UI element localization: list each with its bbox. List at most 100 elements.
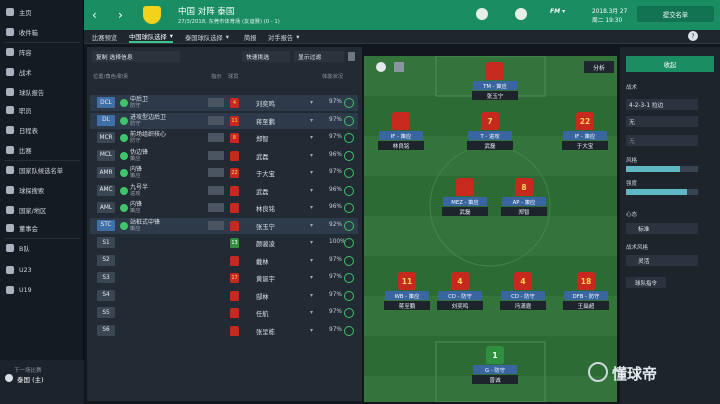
tactic-style-dropdown[interactable]: 灵活 <box>626 255 698 266</box>
player-role[interactable]: CD - 防守 <box>438 291 482 300</box>
player-role[interactable]: T - 进攻 <box>468 131 512 140</box>
player-name[interactable]: 刘奕鸣 <box>256 99 275 108</box>
chevron-down-icon[interactable]: ▾ <box>310 204 313 211</box>
table-row[interactable]: S5 任航 ▾ 97% <box>90 305 358 321</box>
table-row[interactable]: AMR 内锋 策应 22 于大宝 ▾ 97% <box>90 165 358 181</box>
pitch-player-card[interactable]: 11 WB - 策应 蒋至鹏 <box>377 272 437 310</box>
position-badge[interactable]: DL <box>97 114 115 126</box>
sidebar-item-0[interactable]: 主页 <box>0 4 84 20</box>
sidebar-item-7[interactable]: 比赛 <box>0 142 84 158</box>
table-row[interactable]: S3 17 黄诞宇 ▾ 97% <box>90 270 358 286</box>
pitch-player-card[interactable]: 1G - 防守 曾诚 <box>465 346 525 384</box>
position-badge[interactable]: AMR <box>97 167 115 178</box>
player-name[interactable]: 刘奕鸣 <box>437 301 483 310</box>
player-name[interactable]: 戴林 <box>256 257 269 266</box>
player-name[interactable]: 王燊超 <box>563 301 609 310</box>
position-badge[interactable]: S6 <box>97 324 115 336</box>
pitch-player-card[interactable]: 4 CD - 防守 冯潇霆 <box>493 272 553 310</box>
role-label[interactable]: 内锋 策应 <box>130 201 142 215</box>
back-arrow-icon[interactable]: ‹ <box>92 8 97 22</box>
formation-dropdown[interactable]: 4-2-3-1 拉边 <box>626 99 698 110</box>
player-role[interactable]: MEZ - 策应 <box>443 197 487 206</box>
player-name[interactable]: 于大宝 <box>562 141 608 150</box>
position-badge[interactable]: AML <box>97 202 115 213</box>
position-badge[interactable]: STC <box>97 219 115 231</box>
position-badge[interactable]: S1 <box>97 237 115 248</box>
player-name[interactable]: 武磊 <box>256 187 269 196</box>
position-badge[interactable]: AMC <box>97 184 115 196</box>
chevron-down-icon[interactable]: ▾ <box>310 152 313 159</box>
tab-1[interactable]: 中国球队选择 ▾ <box>129 31 173 43</box>
pitch-player-card[interactable]: 4 CD - 防守 刘奕鸣 <box>430 272 490 310</box>
sidebar-item-3[interactable]: 战术 <box>0 64 84 80</box>
position-badge[interactable]: S2 <box>97 254 115 266</box>
player-role[interactable]: IF - 策应 <box>563 131 607 140</box>
sidebar-item-11[interactable]: 董事会 <box>0 220 84 236</box>
player-name[interactable]: 郜林 <box>256 292 269 301</box>
player-name[interactable]: 蒋至鹏 <box>256 117 275 126</box>
player-name[interactable]: 于大宝 <box>256 169 275 178</box>
sidebar-item-2[interactable]: 阵容 <box>0 44 84 60</box>
table-row[interactable]: AMC 九号半 进攻 武磊 ▾ 96% <box>90 183 358 199</box>
player-name[interactable]: 张玉宁 <box>472 91 518 100</box>
chevron-down-icon[interactable]: ▾ <box>310 239 313 246</box>
help-icon[interactable]: ? <box>688 31 698 41</box>
tab-0[interactable]: 比赛预览 <box>92 31 117 43</box>
player-name[interactable]: 蒋至鹏 <box>384 301 430 310</box>
chevron-down-icon[interactable]: ▾ <box>310 327 313 334</box>
player-name[interactable]: 任航 <box>256 309 269 318</box>
lock-icon[interactable] <box>348 52 355 61</box>
role-label[interactable]: 内锋 策应 <box>130 166 142 180</box>
chevron-down-icon[interactable]: ▾ <box>310 117 313 124</box>
quick-pick-dropdown[interactable]: 快速挑选 <box>242 51 290 62</box>
table-row[interactable]: AML 内锋 策应 林良铭 ▾ 96% <box>90 200 358 216</box>
sidebar-item-9[interactable]: 球探搜索 <box>0 182 84 198</box>
position-badge[interactable]: MCL <box>97 149 115 161</box>
chevron-down-icon[interactable]: ▾ <box>310 169 313 176</box>
player-role[interactable]: AP - 策应 <box>502 197 546 206</box>
role-options-icon[interactable] <box>208 150 224 160</box>
pitch-player-card[interactable]: MEZ - 策应 武磊 <box>435 178 495 216</box>
player-name[interactable]: 冯潇霆 <box>500 301 546 310</box>
chevron-down-icon[interactable]: ▾ <box>310 99 313 106</box>
tab-4[interactable]: 对手报告 ▾ <box>268 31 299 43</box>
pitch-player-card[interactable]: 8 AP - 策应 郑智 <box>494 178 554 216</box>
chevron-down-icon[interactable]: ▾ <box>310 134 313 141</box>
role-options-icon[interactable] <box>208 98 224 107</box>
player-name[interactable]: 张玉宁 <box>256 222 275 231</box>
table-row[interactable]: S2 戴林 ▾ 97% <box>90 253 358 269</box>
globe-icon[interactable] <box>515 8 527 20</box>
player-role[interactable]: G - 防守 <box>473 365 517 374</box>
submit-squad-button[interactable]: 提交名单 <box>637 6 714 22</box>
player-name[interactable]: 武磊 <box>442 207 488 216</box>
table-row[interactable]: S6 张呈栋 ▾ 97% <box>90 323 358 339</box>
search-icon[interactable] <box>476 8 488 20</box>
analysis-button[interactable]: 分析 <box>584 61 614 73</box>
player-role[interactable]: IF - 策应 <box>379 131 423 140</box>
player-role[interactable]: WB - 策应 <box>385 291 429 300</box>
role-options-icon[interactable] <box>208 220 224 230</box>
table-row[interactable]: S1 13 颜骏凌 ▾ 100% <box>90 235 358 251</box>
pitch-player-card[interactable]: 18 DFB - 防守 王燊超 <box>556 272 616 310</box>
table-row[interactable]: S4 郜林 ▾ 97% <box>90 288 358 304</box>
copy-selection-dropdown[interactable]: 复制 选择信息 <box>92 51 180 62</box>
chart-view-icon[interactable] <box>394 62 404 72</box>
role-label[interactable]: 站桩式中锋 策应 <box>130 219 160 233</box>
player-name[interactable]: 张呈栋 <box>256 327 275 336</box>
pitch-player-card[interactable]: TM - 策应 张玉宁 <box>465 62 525 100</box>
team-instructions-button[interactable]: 球队指令 <box>626 277 666 288</box>
view-toggle-icon[interactable] <box>376 62 386 72</box>
role-label[interactable]: 九号半 进攻 <box>130 184 148 198</box>
tab-3[interactable]: 简报 <box>244 31 257 43</box>
sidebar-item-1[interactable]: 收件箱 <box>0 24 84 40</box>
role-options-icon[interactable] <box>208 203 224 212</box>
sidebar-item-6[interactable]: 日程表 <box>0 122 84 138</box>
player-role[interactable]: CD - 防守 <box>501 291 545 300</box>
sidebar-item-8[interactable]: 国家队候选名单 <box>0 162 84 178</box>
pitch-player-card[interactable]: 22 IF - 策应 于大宝 <box>555 112 615 150</box>
sidebar-item-10[interactable]: 国家/地区 <box>0 202 84 218</box>
display-filter-dropdown[interactable]: 显示过滤 <box>294 51 344 62</box>
forward-arrow-icon[interactable]: › <box>118 8 123 22</box>
role-label[interactable]: 进攻型边后卫 防守 <box>130 114 166 128</box>
role-label[interactable]: 中后卫 防守 <box>130 96 148 110</box>
